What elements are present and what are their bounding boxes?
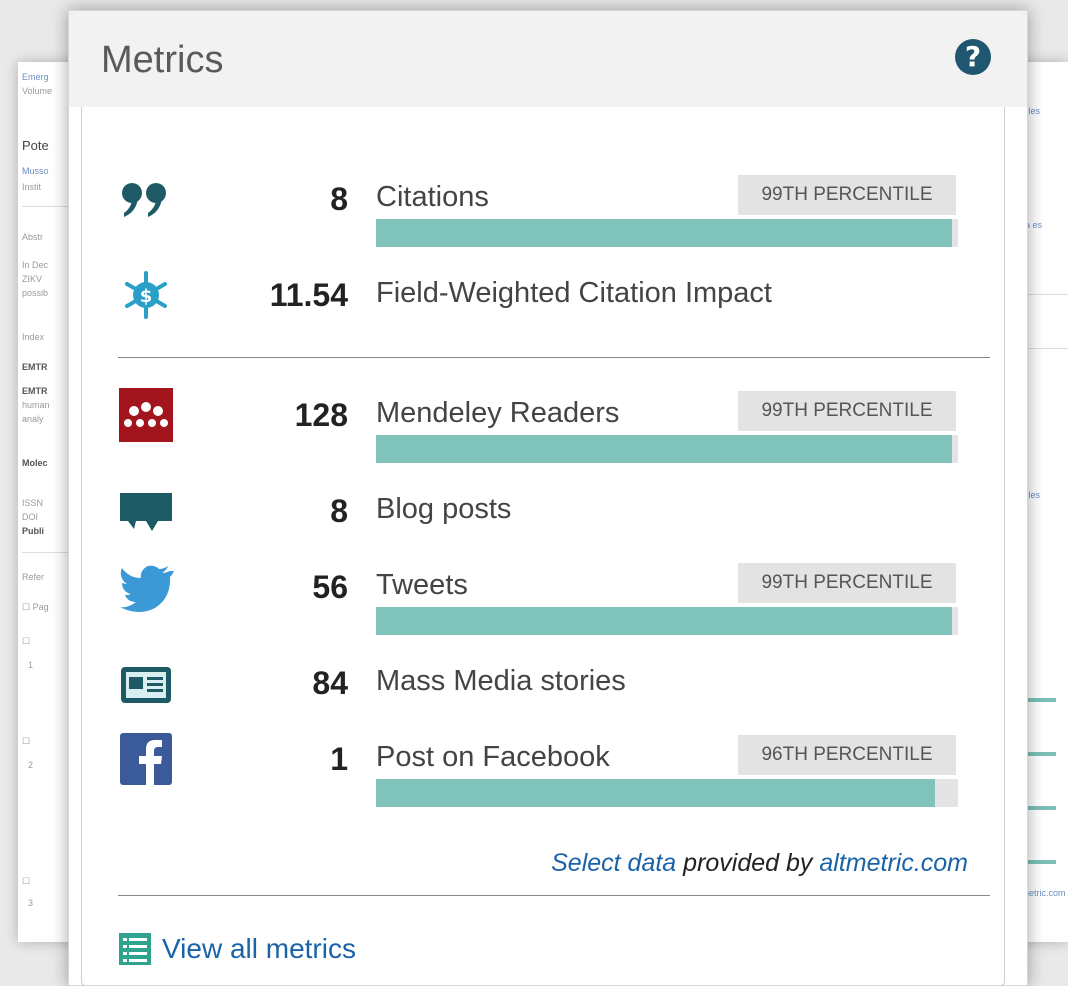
facebook-icon	[118, 731, 174, 787]
fwci-value: 11.54	[269, 277, 348, 313]
twitter-bird-icon	[118, 559, 174, 615]
footer-divider	[118, 895, 990, 896]
facebook-percentile-bar	[376, 779, 958, 807]
tweets-value: 56	[312, 569, 348, 605]
panel-title: Metrics	[101, 39, 224, 81]
blogs-label: Blog posts	[376, 493, 512, 525]
metrics-content: 8 Citations 99TH PERCENTILE $ 11.54 Fiel…	[81, 107, 1005, 986]
citations-label: Citations	[376, 181, 489, 213]
facebook-value: 1	[330, 741, 348, 777]
snowflake-dollar-icon: $	[118, 267, 174, 323]
section-divider	[118, 357, 990, 358]
mendeley-bar-fill	[376, 435, 953, 463]
blogs-value: 8	[330, 493, 348, 529]
metric-row-tweets[interactable]: 56 Tweets 99TH PERCENTILE	[118, 555, 978, 635]
svg-text:$: $	[140, 286, 153, 307]
panel-header: Metrics ?	[69, 11, 1027, 107]
mendeley-percentile-badge: 99TH PERCENTILE	[738, 391, 956, 431]
tweets-label: Tweets	[376, 569, 468, 601]
select-data-link[interactable]: Select data	[551, 849, 676, 877]
quote-icon	[118, 171, 174, 227]
altmetric-link[interactable]: altmetric.com	[819, 849, 968, 877]
view-all-metrics-label[interactable]: View all metrics	[162, 933, 356, 965]
newspaper-icon	[118, 655, 174, 711]
metric-row-blogs[interactable]: 8 Blog posts	[118, 479, 978, 549]
tweets-bar-fill	[376, 607, 953, 635]
media-label: Mass Media stories	[376, 665, 626, 697]
metric-row-citations[interactable]: 8 Citations 99TH PERCENTILE	[118, 167, 978, 247]
speech-bubble-icon	[118, 483, 174, 539]
mendeley-icon	[118, 387, 174, 443]
facebook-label: Post on Facebook	[376, 741, 610, 773]
tweets-percentile-badge: 99TH PERCENTILE	[738, 563, 956, 603]
view-all-metrics-button[interactable]: View all metrics	[118, 927, 356, 971]
mendeley-percentile-bar	[376, 435, 958, 463]
metric-row-facebook[interactable]: 1 Post on Facebook 96TH PERCENTILE	[118, 727, 978, 807]
mendeley-value: 128	[294, 397, 348, 433]
media-value: 84	[312, 665, 348, 701]
citations-percentile-bar	[376, 219, 958, 247]
list-document-icon	[119, 933, 151, 965]
mendeley-label: Mendeley Readers	[376, 397, 620, 429]
provided-by-text: provided by	[676, 849, 820, 877]
tweets-percentile-bar	[376, 607, 958, 635]
facebook-percentile-badge: 96TH PERCENTILE	[738, 735, 956, 775]
facebook-bar-fill	[376, 779, 935, 807]
data-attribution: Select data provided by altmetric.com	[551, 849, 968, 878]
metric-row-media[interactable]: 84 Mass Media stories	[118, 651, 978, 721]
metric-row-mendeley[interactable]: 128 Mendeley Readers 99TH PERCENTILE	[118, 383, 978, 463]
fwci-label: Field-Weighted Citation Impact	[376, 277, 772, 309]
citations-bar-fill	[376, 219, 953, 247]
citations-percentile-badge: 99TH PERCENTILE	[738, 175, 956, 215]
metrics-panel: Metrics ? 8 Citations 99TH PERCENTILE $ …	[68, 10, 1028, 986]
metric-row-fwci[interactable]: $ 11.54 Field-Weighted Citation Impact	[118, 263, 978, 333]
help-icon[interactable]: ?	[955, 39, 991, 75]
citations-value: 8	[330, 181, 348, 217]
